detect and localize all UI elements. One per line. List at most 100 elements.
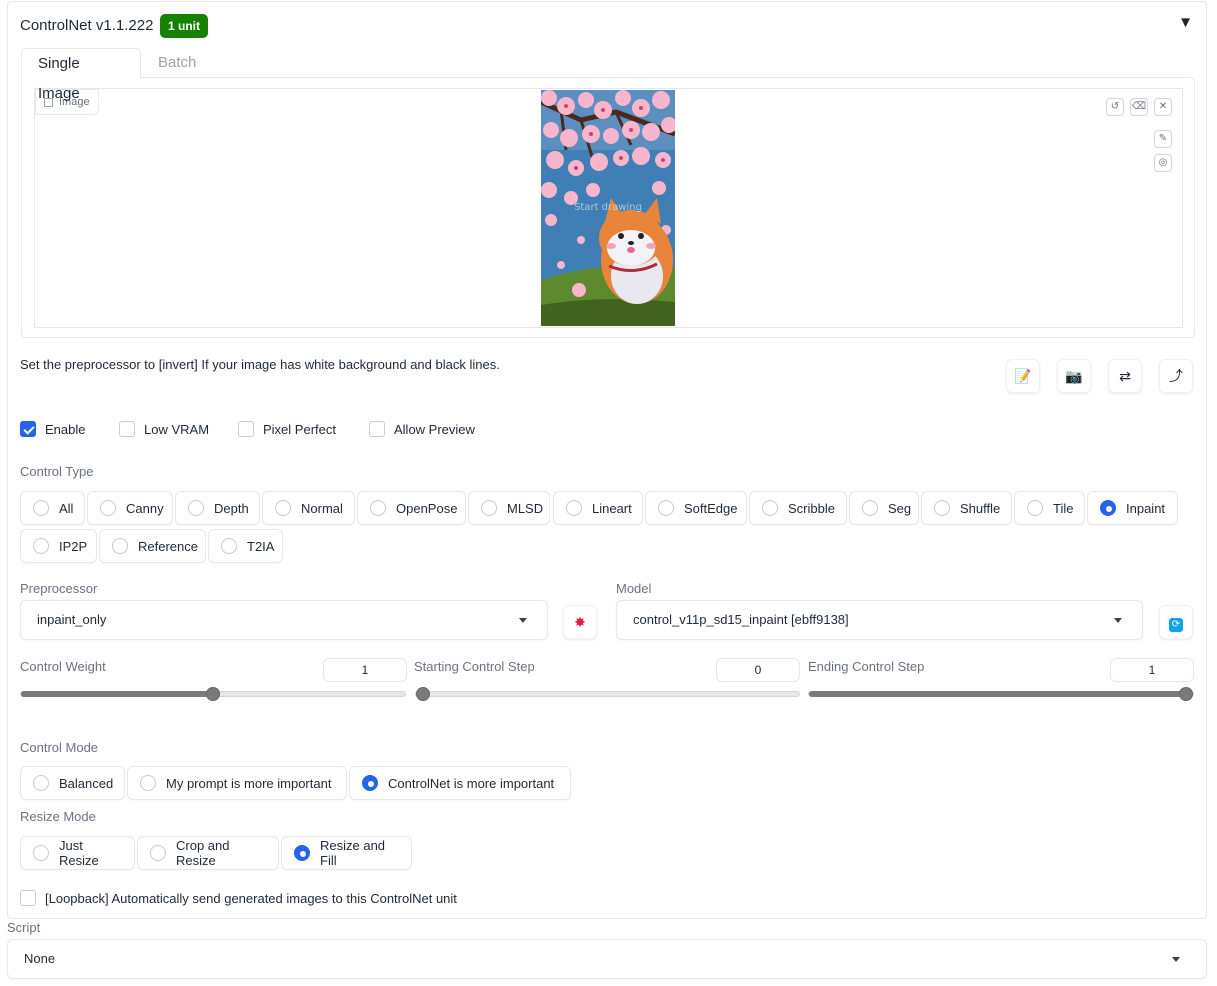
radio-dot[interactable]: [481, 500, 497, 516]
resize-mode-resize-and-fill[interactable]: Resize and Fill: [281, 836, 412, 870]
radio-dot[interactable]: [33, 500, 49, 516]
radio-dot[interactable]: [275, 500, 291, 516]
radio-dot[interactable]: [221, 538, 237, 554]
palette-icon[interactable]: ◎: [1154, 154, 1172, 172]
low-vram-checkbox[interactable]: Low VRAM: [119, 421, 209, 437]
control-mode-prompt-important[interactable]: My prompt is more important: [127, 766, 347, 800]
radio-label: Shuffle: [960, 500, 1001, 516]
control-type-mlsd[interactable]: MLSD: [468, 491, 550, 525]
ending-step-thumb[interactable]: [1179, 687, 1193, 701]
radio-dot-selected[interactable]: [1100, 500, 1116, 516]
radio-label: Canny: [126, 500, 164, 516]
resize-mode-crop-and-resize[interactable]: Crop and Resize: [137, 836, 279, 870]
pixel-perfect-checkbox-box[interactable]: [238, 421, 254, 437]
radio-dot[interactable]: [33, 845, 49, 861]
control-mode-balanced[interactable]: Balanced: [20, 766, 125, 800]
swap-dimensions-icon[interactable]: ⇄: [1108, 359, 1142, 393]
radio-label: Depth: [214, 500, 249, 516]
control-type-tile[interactable]: Tile: [1014, 491, 1085, 525]
allow-preview-label: Allow Preview: [394, 421, 475, 437]
radio-dot[interactable]: [100, 500, 116, 516]
close-icon[interactable]: ✕: [1154, 98, 1172, 116]
radio-label: Resize and Fill: [320, 838, 386, 868]
collapse-caret-icon[interactable]: ▼: [1178, 14, 1193, 31]
eraser-icon[interactable]: ⌫: [1130, 98, 1148, 116]
starting-step-input[interactable]: 0: [716, 658, 800, 682]
control-type-shuffle[interactable]: Shuffle: [921, 491, 1012, 525]
model-value: control_v11p_sd15_inpaint [ebff9138]: [633, 612, 849, 627]
ending-step-slider[interactable]: [808, 687, 1194, 701]
control-weight-label: Control Weight: [20, 659, 106, 674]
starting-step-thumb[interactable]: [416, 687, 430, 701]
ending-step-label: Ending Control Step: [808, 659, 925, 674]
control-type-openpose[interactable]: OpenPose: [357, 491, 466, 525]
loopback-checkbox[interactable]: [Loopback] Automatically send generated …: [20, 890, 457, 906]
resize-mode-just-resize[interactable]: Just Resize: [20, 836, 135, 870]
send-dimensions-icon[interactable]: ⤴: [1159, 359, 1193, 393]
radio-dot[interactable]: [934, 500, 950, 516]
pixel-perfect-checkbox[interactable]: Pixel Perfect: [238, 421, 336, 437]
radio-dot[interactable]: [762, 500, 778, 516]
radio-dot[interactable]: [370, 500, 386, 516]
control-mode-controlnet-important[interactable]: ControlNet is more important: [349, 766, 571, 800]
radio-label: Crop and Resize: [176, 838, 230, 868]
loopback-label: [Loopback] Automatically send generated …: [45, 890, 457, 906]
control-type-lineart[interactable]: Lineart: [553, 491, 643, 525]
model-label: Model: [616, 581, 652, 596]
accordion-title[interactable]: ControlNet v1.1.222: [20, 17, 153, 34]
camera-icon[interactable]: 📷: [1057, 359, 1091, 393]
control-type-all[interactable]: All: [20, 491, 85, 525]
radio-dot[interactable]: [33, 775, 49, 791]
radio-dot-selected[interactable]: [294, 845, 310, 861]
starting-step-slider[interactable]: [415, 687, 800, 701]
control-type-scribble[interactable]: Scribble: [749, 491, 847, 525]
control-type-softedge[interactable]: SoftEdge: [645, 491, 747, 525]
control-type-t2ia[interactable]: T2IA: [208, 529, 283, 563]
radio-dot[interactable]: [1027, 500, 1043, 516]
image-upload-area[interactable]: Image: [34, 88, 1183, 328]
pixel-perfect-label: Pixel Perfect: [263, 421, 336, 437]
radio-label: Scribble: [788, 500, 835, 516]
tab-batch[interactable]: Batch: [142, 48, 212, 79]
undo-icon[interactable]: ↺: [1106, 98, 1124, 116]
allow-preview-checkbox-box[interactable]: [369, 421, 385, 437]
radio-dot[interactable]: [188, 500, 204, 516]
radio-label: ControlNet is more important: [388, 775, 555, 791]
radio-dot[interactable]: [658, 500, 674, 516]
control-weight-slider[interactable]: [20, 687, 406, 701]
brush-icon[interactable]: ✎: [1154, 130, 1172, 148]
low-vram-checkbox-box[interactable]: [119, 421, 135, 437]
control-type-canny[interactable]: Canny: [87, 491, 173, 525]
allow-preview-checkbox[interactable]: Allow Preview: [369, 421, 475, 437]
preprocessor-dropdown[interactable]: inpaint_only: [20, 600, 548, 640]
refresh-models-icon[interactable]: ⟳: [1159, 605, 1193, 639]
radio-dot[interactable]: [33, 538, 49, 554]
radio-dot[interactable]: [140, 775, 156, 791]
uploaded-image[interactable]: Start drawing: [541, 90, 675, 326]
control-type-inpaint[interactable]: Inpaint: [1087, 491, 1178, 525]
ending-step-input[interactable]: 1: [1110, 658, 1194, 682]
new-canvas-icon[interactable]: 📝: [1006, 359, 1040, 393]
run-preprocessor-icon[interactable]: ✸: [563, 605, 597, 639]
control-type-reference[interactable]: Reference: [99, 529, 206, 563]
control-weight-thumb[interactable]: [206, 687, 220, 701]
control-type-ip2p[interactable]: IP2P: [20, 529, 97, 563]
model-dropdown[interactable]: control_v11p_sd15_inpaint [ebff9138]: [616, 600, 1143, 640]
shiba-cherry-blossom-image: Start drawing: [541, 90, 675, 326]
tab-single-image[interactable]: Single Image: [21, 48, 141, 102]
loopback-checkbox-box[interactable]: [20, 890, 36, 906]
radio-dot[interactable]: [150, 845, 166, 861]
control-weight-input[interactable]: 1: [323, 658, 407, 682]
enable-checkbox[interactable]: Enable: [20, 421, 85, 437]
chevron-down-icon: [519, 618, 527, 623]
radio-dot[interactable]: [862, 500, 878, 516]
radio-dot[interactable]: [112, 538, 128, 554]
control-type-normal[interactable]: Normal: [262, 491, 355, 525]
control-type-seg[interactable]: Seg: [849, 491, 919, 525]
script-dropdown[interactable]: None: [7, 939, 1207, 979]
control-type-depth[interactable]: Depth: [175, 491, 260, 525]
radio-dot-selected[interactable]: [362, 775, 378, 791]
radio-dot[interactable]: [566, 500, 582, 516]
enable-checkbox-box[interactable]: [20, 421, 36, 437]
control-weight-fill: [21, 691, 213, 697]
